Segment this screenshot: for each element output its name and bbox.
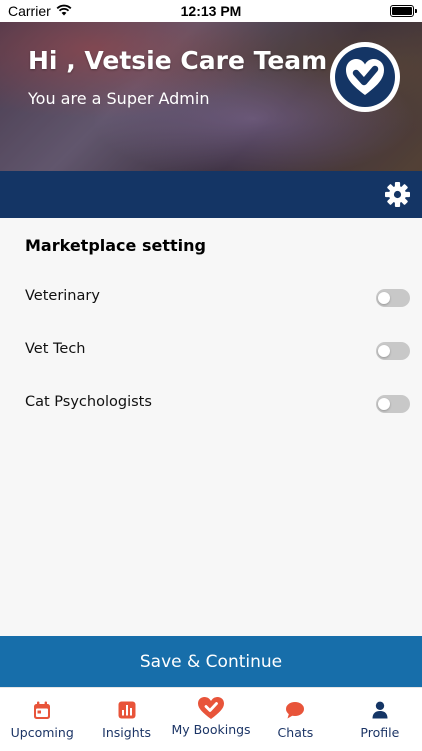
- role-subtitle: You are a Super Admin: [28, 89, 210, 108]
- heart-check-logo-icon: [335, 47, 395, 107]
- toggle-knob: [378, 345, 390, 357]
- gear-icon[interactable]: [384, 181, 411, 208]
- tab-label: Profile: [360, 725, 400, 740]
- bar-chart-icon: [118, 700, 136, 720]
- toggle-knob: [378, 398, 390, 410]
- veterinary-toggle[interactable]: [376, 289, 410, 307]
- setting-label: Cat Psychologists: [25, 394, 152, 410]
- setting-row-cat-psychologists: Cat Psychologists: [0, 389, 422, 419]
- tab-profile[interactable]: Profile: [338, 688, 422, 751]
- app-logo: [330, 42, 400, 112]
- settings-bar: [0, 171, 422, 218]
- tab-insights[interactable]: Insights: [84, 688, 168, 751]
- calendar-icon: [33, 700, 51, 720]
- battery-icon: [390, 5, 417, 17]
- tab-label: My Bookings: [171, 722, 251, 737]
- heart-icon: [197, 696, 225, 720]
- setting-row-vet-tech: Vet Tech: [0, 336, 422, 366]
- tab-upcoming[interactable]: Upcoming: [0, 688, 84, 751]
- tab-chats[interactable]: Chats: [253, 688, 337, 751]
- tab-label: Chats: [277, 725, 314, 740]
- section-title: Marketplace setting: [25, 236, 206, 255]
- setting-label: Vet Tech: [25, 341, 86, 357]
- vet-tech-toggle[interactable]: [376, 342, 410, 360]
- setting-row-veterinary: Veterinary: [0, 283, 422, 313]
- header-banner: Hi , Vetsie Care Team You are a Super Ad…: [0, 22, 422, 171]
- tab-label: Insights: [102, 725, 152, 740]
- cat-psychologists-toggle[interactable]: [376, 395, 410, 413]
- person-icon: [372, 700, 388, 720]
- tab-label: Upcoming: [10, 725, 74, 740]
- greeting-title: Hi , Vetsie Care Team: [28, 46, 328, 75]
- tab-my-bookings[interactable]: My Bookings: [169, 688, 253, 751]
- toggle-knob: [378, 292, 390, 304]
- bottom-tab-bar: Upcoming Insights My Bookings Chats Prof…: [0, 687, 422, 751]
- status-time: 12:13 PM: [180, 3, 242, 19]
- status-bar: Carrier 12:13 PM: [0, 0, 422, 22]
- setting-label: Veterinary: [25, 288, 100, 304]
- chat-bubble-icon: [285, 700, 305, 720]
- save-continue-button[interactable]: Save & Continue: [0, 636, 422, 687]
